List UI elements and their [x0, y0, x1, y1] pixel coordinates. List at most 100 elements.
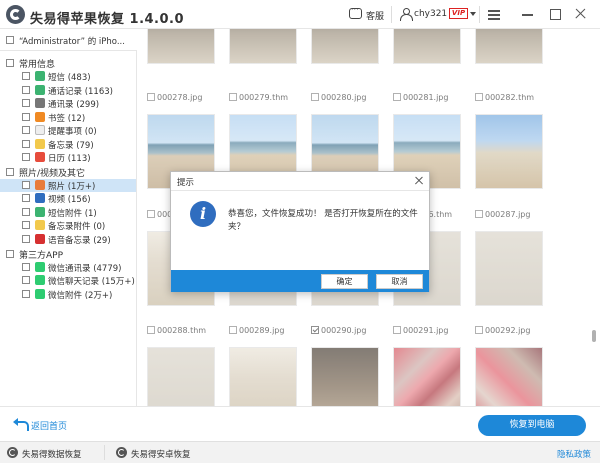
wechat-icon [35, 289, 45, 299]
sidebar-item-label: 视频 (156) [48, 195, 91, 205]
status-bar: 失易得数据恢复 失易得安卓恢复 隐私政策 [0, 441, 600, 463]
checkbox[interactable] [22, 86, 30, 94]
checkbox[interactable] [22, 208, 30, 216]
bottom-toolbar: 返回首页 恢复到电脑 [0, 406, 600, 441]
sidebar-item-label: 常用信息 [19, 60, 56, 70]
sidebar-item-label: 第三方APP [19, 251, 64, 261]
calendar-icon [35, 152, 45, 162]
sidebar-item[interactable]: 备忘录附件 (0) [0, 219, 136, 232]
device-header[interactable]: “Administrator” 的 iPho... [0, 29, 137, 51]
customer-service-icon[interactable] [349, 5, 362, 19]
checkbox[interactable] [22, 263, 30, 271]
divider [104, 445, 105, 460]
device-checkbox[interactable] [6, 36, 14, 44]
recovery-success-dialog: 提示 i 恭喜您，文件恢复成功！ 是否打开恢复所在的文件夹？ 确定 取消 [170, 171, 430, 292]
sidebar-item-label: 书签 (12) [48, 114, 86, 124]
minimize-icon[interactable] [521, 7, 535, 21]
sidebar-item[interactable]: 微信聊天记录 (15万+) [0, 274, 136, 287]
video-icon [35, 193, 45, 203]
sidebar-category[interactable]: 照片/视频及其它 [0, 166, 136, 179]
dialog-body: i 恭喜您，文件恢复成功！ 是否打开恢复所在的文件夹？ [171, 190, 429, 270]
dialog-title: 提示 [177, 178, 195, 188]
checkbox[interactable] [22, 194, 30, 202]
dialog-footer: 确定 取消 [171, 270, 429, 292]
checkbox[interactable] [22, 290, 30, 298]
reminder-icon [35, 125, 45, 135]
chevron-down-icon[interactable] [470, 12, 476, 16]
sidebar-item-label: 短信 (483) [48, 73, 91, 83]
back-home-link[interactable]: 返回首页 [31, 419, 67, 432]
sidebar-item[interactable]: 备忘录 (79) [0, 138, 136, 151]
app-title: 失易得苹果恢复 1.4.0.0 [30, 12, 185, 27]
checkbox[interactable] [6, 250, 14, 258]
sidebar-item-label: 照片 (1万+) [48, 182, 96, 192]
checkbox[interactable] [22, 153, 30, 161]
username[interactable]: chy321 [414, 9, 447, 19]
divider [479, 6, 480, 23]
sidebar-item-label: 提醒事项 (0) [48, 127, 97, 137]
android-recovery-link[interactable]: 失易得安卓恢复 [131, 448, 191, 460]
checkbox[interactable] [6, 168, 14, 176]
sidebar-item[interactable]: 语音备忘录 (29) [0, 233, 136, 246]
ok-button[interactable]: 确定 [321, 274, 368, 289]
data-recovery-link[interactable]: 失易得数据恢复 [22, 448, 82, 460]
checkbox[interactable] [22, 221, 30, 229]
sidebar-item[interactable]: 微信附件 (2万+) [0, 288, 136, 301]
cancel-button[interactable]: 取消 [376, 274, 423, 289]
wechat-icon [35, 275, 45, 285]
menu-icon[interactable] [487, 7, 501, 21]
sidebar-item[interactable]: 短信 (483) [0, 70, 136, 83]
close-icon[interactable] [574, 7, 588, 21]
sidebar-item[interactable]: 照片 (1万+) [0, 179, 136, 192]
voice-memo-icon [35, 234, 45, 244]
category-sidebar: 常用信息短信 (483) 通话记录 (1163) 通讯录 (299) 书签 (12) 提… [0, 51, 137, 406]
sidebar-item-label: 短信附件 (1) [48, 209, 97, 219]
user-icon[interactable] [400, 8, 413, 21]
data-recovery-logo-icon[interactable] [7, 447, 18, 458]
app-logo-icon [6, 5, 25, 24]
sidebar-item-label: 照片/视频及其它 [19, 169, 86, 179]
info-icon: i [190, 201, 216, 227]
checkbox[interactable] [6, 59, 14, 67]
android-recovery-logo-icon[interactable] [116, 447, 127, 458]
dialog-close-icon[interactable] [414, 176, 424, 186]
sidebar-item[interactable]: 微信通讯录 (4779) [0, 261, 136, 274]
checkbox[interactable] [22, 113, 30, 121]
sidebar-item[interactable]: 书签 (12) [0, 111, 136, 124]
sidebar-item-label: 微信聊天记录 (15万+) [48, 277, 135, 287]
title-bar: 失易得苹果恢复 1.4.0.0 客服 chy321 VIP [0, 0, 600, 29]
sidebar-item-label: 备忘录 (79) [48, 141, 94, 151]
phone-icon [35, 85, 45, 95]
sidebar-item[interactable]: 短信附件 (1) [0, 206, 136, 219]
sidebar-item[interactable]: 视频 (156) [0, 192, 136, 205]
sidebar-item[interactable]: 通讯录 (299) [0, 97, 136, 110]
sidebar-item-label: 备忘录附件 (0) [48, 222, 106, 232]
photos-icon [35, 180, 45, 190]
checkbox[interactable] [22, 72, 30, 80]
wechat-icon [35, 262, 45, 272]
chat-icon [35, 71, 45, 81]
sidebar-item[interactable]: 日历 (113) [0, 151, 136, 164]
checkbox[interactable] [22, 99, 30, 107]
sidebar-item[interactable]: 提醒事项 (0) [0, 124, 136, 137]
vip-badge[interactable]: VIP [449, 8, 468, 19]
contacts-icon [35, 98, 45, 108]
device-label: “Administrator” 的 iPho... [19, 37, 125, 47]
checkbox[interactable] [22, 181, 30, 189]
sidebar-item[interactable]: 通话记录 (1163) [0, 84, 136, 97]
checkbox[interactable] [22, 276, 30, 284]
sidebar-item-label: 通讯录 (299) [48, 100, 100, 110]
sidebar-category[interactable]: 常用信息 [0, 57, 136, 70]
sidebar-category[interactable]: 第三方APP [0, 248, 136, 261]
checkbox[interactable] [22, 126, 30, 134]
privacy-policy-link[interactable]: 隐私政策 [557, 448, 591, 460]
checkbox[interactable] [22, 235, 30, 243]
maximize-icon[interactable] [548, 7, 562, 21]
notes-icon [35, 139, 45, 149]
recover-to-pc-button[interactable]: 恢复到电脑 [478, 415, 586, 436]
sidebar-item-label: 微信附件 (2万+) [48, 291, 113, 301]
back-arrow-icon[interactable] [13, 418, 29, 431]
checkbox[interactable] [22, 140, 30, 148]
customer-service-label[interactable]: 客服 [366, 9, 384, 22]
bookmark-icon [35, 112, 45, 122]
